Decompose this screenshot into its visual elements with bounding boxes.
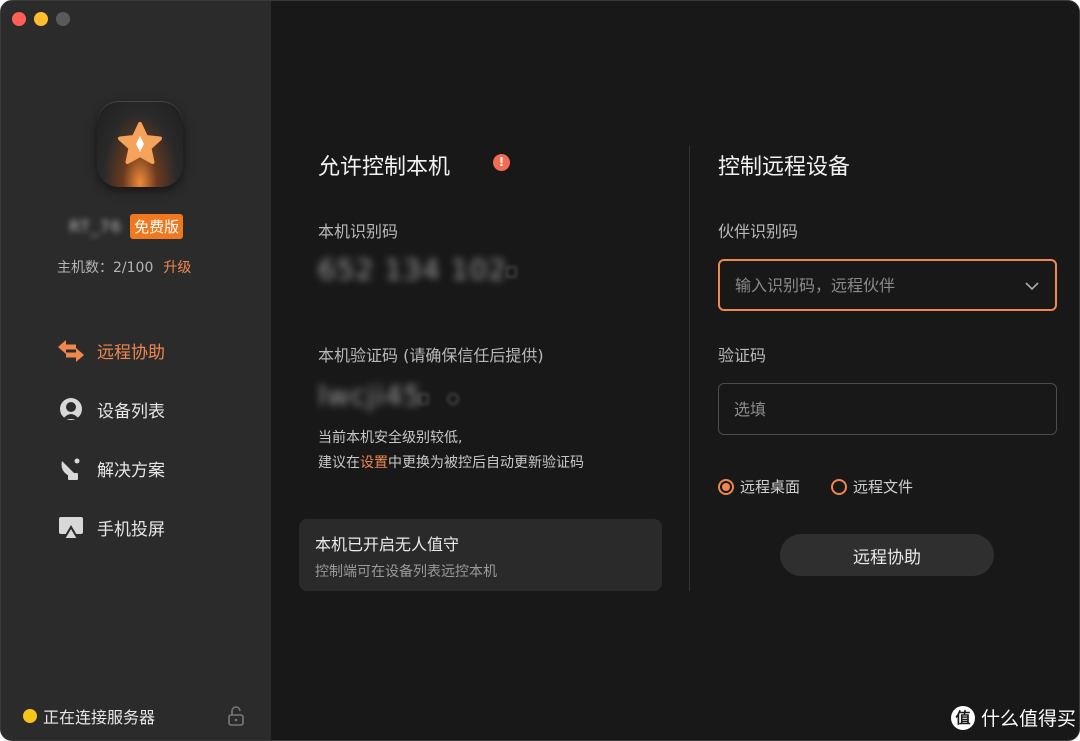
remote-assist-button[interactable]: 远程协助 <box>780 534 994 576</box>
swap-arrows-icon <box>56 336 86 366</box>
window-controls <box>12 12 70 26</box>
radio-button[interactable] <box>831 478 847 495</box>
partner-code-input[interactable] <box>735 275 1024 295</box>
zoom-window-button[interactable] <box>56 12 70 26</box>
security-note: 当前本机安全级别较低, 建议在设置中更换为被控后自动更新验证码 <box>318 426 584 476</box>
warning-icon[interactable]: ! <box>493 154 510 171</box>
upgrade-link[interactable]: 升级 <box>163 257 191 277</box>
verify-code-label: 本机验证码 (请确保信任后提供) <box>318 346 544 365</box>
sidebar: RT_76 免费版 主机数：2/100 升级 远程协助 设备列表 解决方案 手机… <box>1 1 271 740</box>
partner-code-field[interactable] <box>718 259 1057 311</box>
watermark: 值 什么值得买 <box>951 704 1076 731</box>
settings-link[interactable]: 设置 <box>360 455 388 471</box>
device-code-value: 652 134 102 <box>318 253 508 286</box>
security-note-line: 当前本机安全级别较低, <box>318 430 463 446</box>
nav-item-label: 远程协助 <box>97 343 165 363</box>
nav-item-device-list[interactable]: 设备列表 <box>56 380 165 439</box>
sidebar-nav: 远程协助 设备列表 解决方案 手机投屏 <box>56 321 165 557</box>
nav-item-remote-assist[interactable]: 远程协助 <box>56 321 165 380</box>
user-info: RT_76 免费版 <box>69 214 184 239</box>
option-remote-desktop[interactable]: 远程桌面 <box>718 476 800 497</box>
device-list-icon <box>56 395 86 425</box>
refresh-icon[interactable] <box>445 391 461 411</box>
app-window: RT_76 免费版 主机数：2/100 升级 远程协助 设备列表 解决方案 手机… <box>0 0 1080 741</box>
nav-item-screen-cast[interactable]: 手机投屏 <box>56 498 165 557</box>
section-divider <box>689 146 690 591</box>
connection-status: 正在连接服务器 <box>23 704 155 728</box>
unattended-title: 本机已开启无人值守 <box>315 535 460 554</box>
remote-control-title: 控制远程设备 <box>718 155 851 180</box>
unattended-card[interactable]: 本机已开启无人值守 控制端可在设备列表远控本机 <box>299 519 662 591</box>
nav-item-label: 解决方案 <box>97 461 165 481</box>
unattended-desc: 控制端可在设备列表远控本机 <box>315 564 497 580</box>
status-dot <box>23 709 37 723</box>
star-icon <box>118 122 162 164</box>
status-text: 正在连接服务器 <box>43 708 156 727</box>
device-code-label: 本机识别码 <box>318 222 399 241</box>
close-window-button[interactable] <box>12 12 26 26</box>
verify-code-input[interactable] <box>734 399 1041 419</box>
security-note-prefix: 建议在 <box>318 455 360 471</box>
copy-icon[interactable] <box>503 263 519 283</box>
unlock-icon[interactable] <box>227 706 245 730</box>
nav-item-label: 设备列表 <box>97 402 165 422</box>
verify-code-value: lwcji45 <box>318 379 423 412</box>
copy-icon[interactable] <box>416 391 432 411</box>
radio-label: 远程文件 <box>853 478 914 496</box>
verify-code-field[interactable] <box>718 383 1057 435</box>
partner-code-label: 伙伴识别码 <box>718 222 799 241</box>
security-note-suffix: 中更换为被控后自动更新验证码 <box>388 455 584 471</box>
chevron-down-icon[interactable] <box>1024 276 1040 295</box>
watermark-text: 什么值得买 <box>981 708 1077 730</box>
username: RT_76 <box>69 217 123 236</box>
host-count-row: 主机数：2/100 升级 <box>57 257 191 277</box>
plan-badge: 免费版 <box>130 214 184 239</box>
allow-control-title: 允许控制本机 <box>318 155 451 180</box>
radio-label: 远程桌面 <box>740 478 801 496</box>
app-logo <box>97 101 183 187</box>
radio-button[interactable] <box>718 478 734 495</box>
screen-cast-icon <box>56 513 86 543</box>
host-count: 主机数：2/100 <box>57 260 154 276</box>
nav-item-label: 手机投屏 <box>97 520 165 540</box>
minimize-window-button[interactable] <box>34 12 48 26</box>
verify-input-label: 验证码 <box>718 346 767 365</box>
security-note-line: 建议在设置中更换为被控后自动更新验证码 <box>318 451 584 476</box>
watermark-logo: 值 <box>951 705 975 730</box>
option-remote-file[interactable]: 远程文件 <box>831 476 913 497</box>
satellite-dish-icon <box>56 454 86 484</box>
main-panel: 允许控制本机 ! 本机识别码 652 134 102 本机验证码 (请确保信任后… <box>271 1 1079 740</box>
nav-item-solutions[interactable]: 解决方案 <box>56 439 165 498</box>
